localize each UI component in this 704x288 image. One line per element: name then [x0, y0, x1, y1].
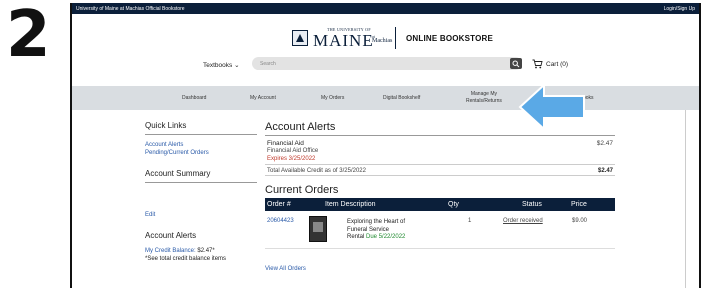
account-alerts-heading: Account Alerts: [265, 121, 615, 136]
col-item-description: Item Description: [325, 201, 376, 208]
alert-title: Financial Aid: [267, 140, 304, 147]
current-orders-heading: Current Orders: [265, 184, 339, 196]
nav-manage-rentals[interactable]: Manage My Rentals/Returns: [466, 91, 502, 105]
item-qty: 1: [468, 218, 472, 224]
sidebar-link-account-alerts[interactable]: Account Alerts: [145, 141, 257, 149]
university-wordmark: THE UNIVERSITY OF MAINE at Machias: [313, 27, 393, 50]
main-content: Account Alerts Financial Aid Financial A…: [265, 121, 615, 249]
textbooks-label: Textbooks: [203, 62, 233, 69]
cart-label: Cart (0): [546, 60, 569, 68]
alert-amount: $2.47: [596, 140, 613, 147]
col-status: Status: [522, 201, 542, 208]
rental-label: Rental: [347, 234, 365, 240]
nav-my-orders[interactable]: My Orders: [321, 95, 344, 101]
cart-button[interactable]: Cart (0): [532, 59, 568, 69]
item-price: $9.00: [572, 218, 588, 224]
login-link[interactable]: Login/Sign Up: [664, 6, 695, 12]
col-price: Price: [571, 201, 587, 208]
quick-links-heading: Quick Links: [145, 121, 257, 135]
view-all-orders-link[interactable]: View All Orders: [265, 266, 306, 272]
edit-link[interactable]: Edit: [145, 211, 257, 219]
uni-big-text: MAINE: [313, 31, 374, 50]
main-nav: Dashboard My Account My Orders Digital B…: [72, 86, 699, 110]
total-credit-label: Total Available Credit as of 3/25/2022: [267, 168, 366, 174]
total-credit-amount: $2.47: [597, 168, 613, 174]
sidebar: Quick Links Account Alerts Pending/Curre…: [145, 121, 257, 263]
alert-row: Financial Aid Financial Aid Office Expir…: [265, 138, 615, 165]
step-number: 2: [6, 0, 51, 72]
store-name: ONLINE BOOKSTORE: [406, 33, 494, 43]
alert-office: Financial Aid Office: [267, 148, 319, 154]
nav-my-account[interactable]: My Account: [250, 95, 276, 101]
brand-logo[interactable]: THE UNIVERSITY OF MAINE at Machias ONLIN…: [292, 25, 493, 51]
sidebar-link-pending-orders[interactable]: Pending/Current Orders: [145, 149, 257, 157]
search-button[interactable]: [510, 58, 522, 69]
brand-divider: [395, 27, 396, 49]
nav-manage-line2: Rentals/Returns: [466, 98, 502, 104]
credit-balance-line: My Credit Balance: $2.47*: [145, 247, 257, 255]
rental-info: Rental Due 5/22/2022: [347, 234, 405, 240]
nav-manage-line1: Manage My: [470, 91, 497, 97]
bookstore-screen: University of Maine at Machias Official …: [70, 3, 701, 288]
cart-icon: [532, 59, 543, 69]
chevron-down-icon: ⌄: [234, 62, 240, 69]
col-qty: Qty: [448, 201, 459, 208]
orders-table-header: Order # Item Description Qty Status Pric…: [265, 198, 615, 211]
alert-expires: Expires 3/25/2022: [267, 156, 316, 162]
item-description: Exploring the Heart of Funeral Service: [347, 219, 406, 233]
account-summary-heading: Account Summary: [145, 169, 257, 183]
order-number-link[interactable]: 20604423: [267, 218, 294, 224]
sidebar-alerts-heading: Account Alerts: [145, 231, 197, 240]
topbar-title: University of Maine at Machias Official …: [76, 6, 185, 12]
top-bar: University of Maine at Machias Official …: [72, 3, 699, 14]
credit-balance-value: $2.47*: [197, 248, 215, 254]
total-credit-row: Total Available Credit as of 3/25/2022 $…: [265, 165, 615, 176]
search-input[interactable]: Search: [252, 57, 522, 70]
content-divider: [685, 110, 686, 288]
book-cover-image: [309, 216, 327, 242]
nav-digital-bookshelf[interactable]: Digital Bookshelf: [383, 95, 420, 101]
credit-balance-note: *See total credit balance items: [145, 256, 227, 262]
university-seal-icon: [292, 30, 308, 46]
uni-campus-text: Machias: [372, 38, 393, 44]
col-order-number: Order #: [267, 201, 291, 208]
nav-dashboard[interactable]: Dashboard: [182, 95, 206, 101]
rental-due-date: Due 5/22/2022: [366, 234, 406, 240]
credit-balance-label[interactable]: My Credit Balance:: [145, 248, 196, 254]
order-status-link[interactable]: Order received: [503, 218, 543, 224]
search-icon: [512, 60, 520, 67]
table-row: 20604423 Exploring the Heart of Funeral …: [265, 211, 615, 249]
textbooks-dropdown[interactable]: Textbooks ⌄: [203, 61, 240, 69]
